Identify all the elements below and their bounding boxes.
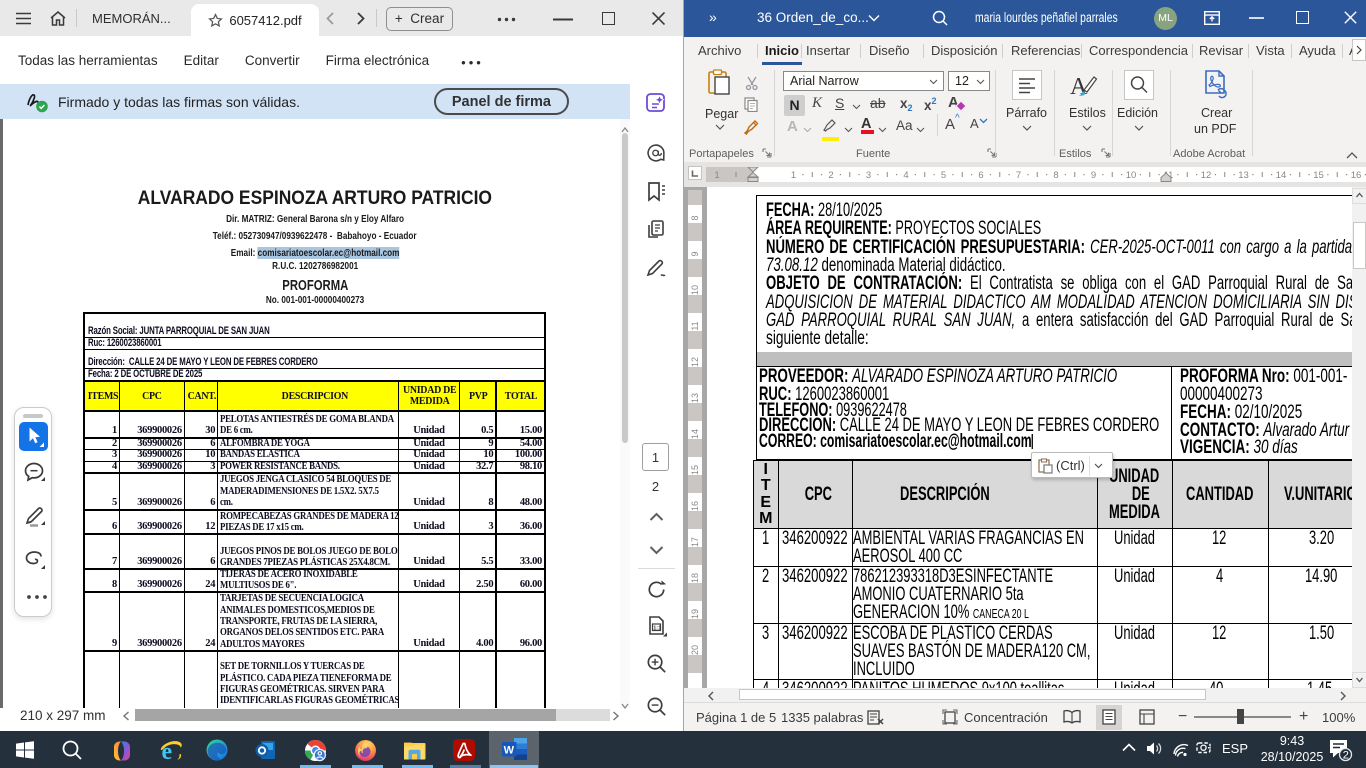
svg-text:2: 2 bbox=[1343, 750, 1349, 762]
svg-text:3: 3 bbox=[866, 170, 871, 181]
svg-text:W: W bbox=[504, 744, 515, 756]
svg-text:16: 16 bbox=[1351, 170, 1362, 181]
svg-text:9: 9 bbox=[1091, 170, 1096, 181]
svg-text:2: 2 bbox=[828, 170, 833, 181]
svg-text:8: 8 bbox=[1053, 170, 1058, 181]
svg-text:15: 15 bbox=[1313, 170, 1324, 181]
svg-text:1:1: 1:1 bbox=[653, 625, 661, 631]
svg-text:1: 1 bbox=[714, 170, 719, 181]
svg-text:7: 7 bbox=[1016, 170, 1021, 181]
svg-text:A: A bbox=[1070, 74, 1088, 100]
svg-text:12: 12 bbox=[1201, 170, 1212, 181]
svg-text:1: 1 bbox=[791, 170, 796, 181]
svg-text:13: 13 bbox=[1238, 170, 1249, 181]
svg-text:6: 6 bbox=[978, 170, 983, 181]
svg-text:14: 14 bbox=[1276, 170, 1287, 181]
svg-text:10: 10 bbox=[1126, 170, 1137, 181]
svg-text:4: 4 bbox=[903, 170, 908, 181]
svg-text:5: 5 bbox=[941, 170, 946, 181]
